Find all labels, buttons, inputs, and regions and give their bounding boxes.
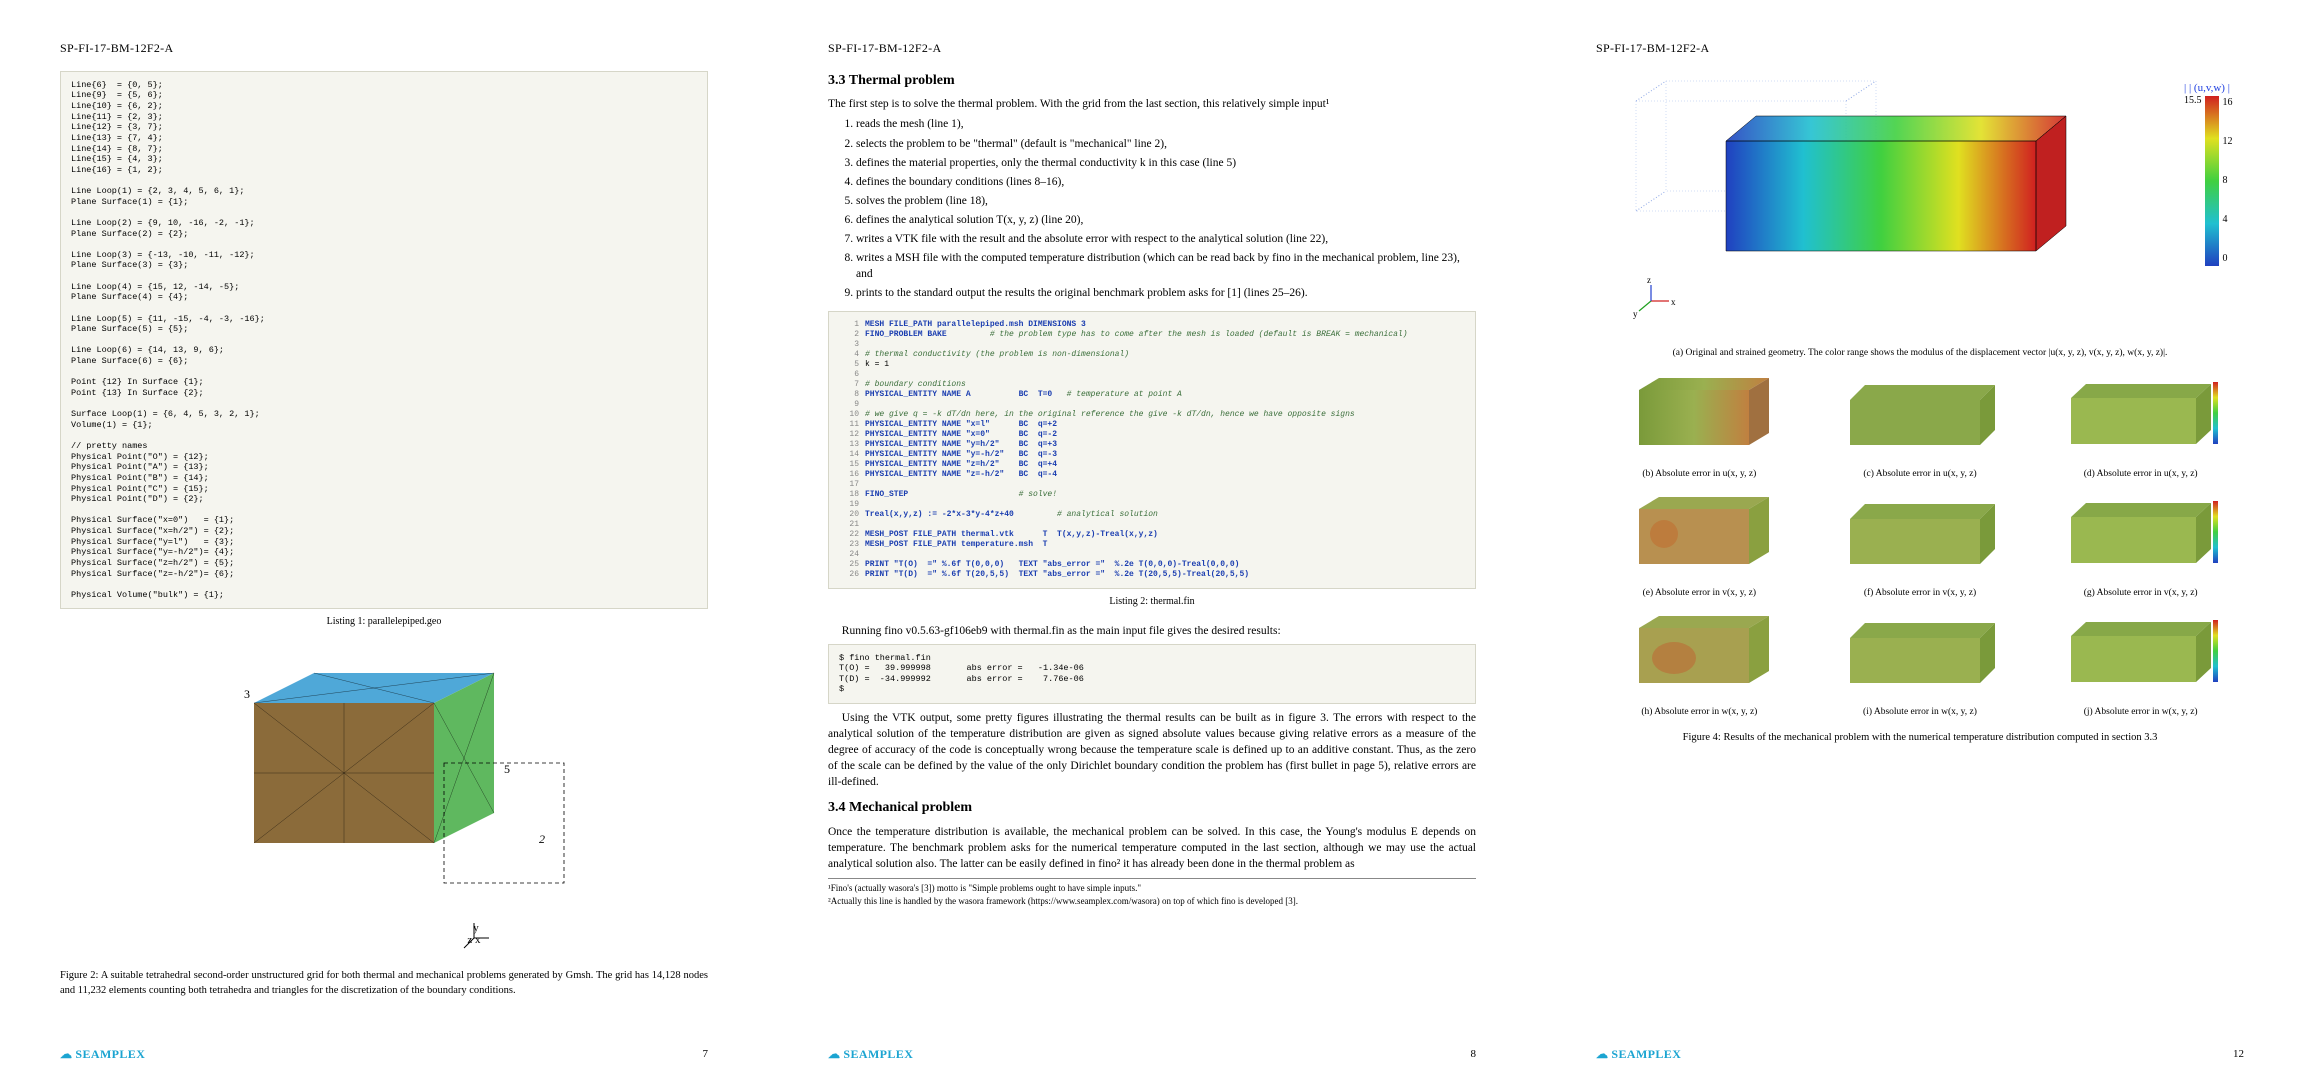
- svg-text:y: y: [1633, 309, 1638, 319]
- svg-text:5: 5: [504, 762, 510, 776]
- sub-caption: (j) Absolute error in w(x, y, z): [2037, 706, 2244, 719]
- section-3-4-para: Once the temperature distribution is ava…: [828, 824, 1476, 872]
- sub-caption: (c) Absolute error in u(x, y, z): [1817, 468, 2024, 481]
- sub-caption: (f) Absolute error in v(x, y, z): [1817, 587, 2024, 600]
- footnote-2: ²Actually this line is handled by the wa…: [828, 895, 1476, 908]
- figure-2-graphic: 3 5 2 z x y: [174, 643, 594, 963]
- figure-4a-graphic: x y z | | (u,v,w) | 15.5 16 12 8 4 0: [1596, 71, 2244, 341]
- sub-caption: (i) Absolute error in w(x, y, z): [1817, 706, 2024, 719]
- svg-text:x: x: [1671, 297, 1676, 307]
- figure-4-main-caption: Figure 4: Results of the mechanical prob…: [1596, 731, 2244, 746]
- step-item: reads the mesh (line 1),: [856, 116, 1476, 132]
- step-item: solves the problem (line 18),: [856, 193, 1476, 209]
- output-block: $ fino thermal.fin T(O) = 39.999998 abs …: [828, 644, 1476, 705]
- svg-text:3: 3: [244, 687, 250, 701]
- colorbar-tick: 16: [2223, 96, 2233, 110]
- section-3-4-title: 3.4 Mechanical problem: [828, 798, 1476, 818]
- page-number: 8: [1471, 1047, 1477, 1062]
- figure-4a-caption: (a) Original and strained geometry. The …: [1596, 347, 2244, 360]
- step-item: writes a MSH file with the computed temp…: [856, 250, 1476, 282]
- footnotes: ¹Fino's (actually wasora's [3]) motto is…: [828, 878, 1476, 907]
- svg-text:z: z: [1647, 275, 1651, 285]
- page-header: SP-FI-17-BM-12F2-A: [60, 40, 708, 57]
- sub-caption: (h) Absolute error in w(x, y, z): [1596, 706, 1803, 719]
- listing-1-code: Line{6} = {0, 5}; Line{9} = {5, 6}; Line…: [60, 71, 708, 610]
- page-7: SP-FI-17-BM-12F2-A Line{6} = {0, 5}; Lin…: [0, 0, 768, 1087]
- step-item: prints to the standard output the result…: [856, 285, 1476, 301]
- colorbar-tick: 12: [2223, 135, 2233, 149]
- para-after-output: Using the VTK output, some pretty figure…: [828, 710, 1476, 790]
- step-item: defines the boundary conditions (lines 8…: [856, 174, 1476, 190]
- sub-caption: (e) Absolute error in v(x, y, z): [1596, 587, 1803, 600]
- section-3-3-intro: The first step is to solve the thermal p…: [828, 96, 1476, 112]
- figure-2-caption: Figure 2: A suitable tetrahedral second-…: [60, 969, 708, 998]
- step-item: defines the analytical solution T(x, y, …: [856, 212, 1476, 228]
- page-header: SP-FI-17-BM-12F2-A: [828, 40, 1476, 57]
- page-8: SP-FI-17-BM-12F2-A 3.3 Thermal problem T…: [768, 0, 1536, 1087]
- page-header: SP-FI-17-BM-12F2-A: [1596, 40, 2244, 57]
- colorbar-tick: 4: [2223, 213, 2233, 227]
- step-item: selects the problem to be "thermal" (def…: [856, 136, 1476, 152]
- logo: SEAMPLEX: [1596, 1046, 1681, 1063]
- listing-2-caption: Listing 2: thermal.fin: [828, 595, 1476, 609]
- page-number: 7: [703, 1047, 709, 1062]
- sub-caption: (g) Absolute error in v(x, y, z): [2037, 587, 2244, 600]
- step-item: defines the material properties, only th…: [856, 155, 1476, 171]
- sub-caption: (d) Absolute error in u(x, y, z): [2037, 468, 2244, 481]
- colorbar-tick: 0: [2223, 252, 2233, 266]
- logo: SEAMPLEX: [60, 1046, 145, 1063]
- steps-list: reads the mesh (line 1), selects the pro…: [828, 116, 1476, 301]
- step-item: writes a VTK file with the result and th…: [856, 231, 1476, 247]
- sub-caption: (b) Absolute error in u(x, y, z): [1596, 468, 1803, 481]
- footnote-1: ¹Fino's (actually wasora's [3]) motto is…: [828, 882, 1476, 895]
- colorbar: | | (u,v,w) | 15.5 16 12 8 4 0: [2184, 81, 2244, 281]
- figure-4-subgrid: (b) Absolute error in u(x, y, z) (c) Abs…: [1596, 370, 2244, 719]
- page-12: SP-FI-17-BM-12F2-A: [1536, 0, 2304, 1087]
- section-3-3-title: 3.3 Thermal problem: [828, 71, 1476, 91]
- colorbar-tick: 8: [2223, 174, 2233, 188]
- page-number: 12: [2233, 1047, 2244, 1062]
- colorbar-peak: 15.5: [2184, 94, 2202, 266]
- listing-1-caption: Listing 1: parallelepiped.geo: [60, 615, 708, 629]
- listing-2-code: 1MESH FILE_PATH parallelepiped.msh DIMEN…: [828, 311, 1476, 589]
- run-line: Running fino v0.5.63-gf106eb9 with therm…: [828, 623, 1476, 639]
- svg-text:2: 2: [539, 832, 545, 846]
- logo: SEAMPLEX: [828, 1046, 913, 1063]
